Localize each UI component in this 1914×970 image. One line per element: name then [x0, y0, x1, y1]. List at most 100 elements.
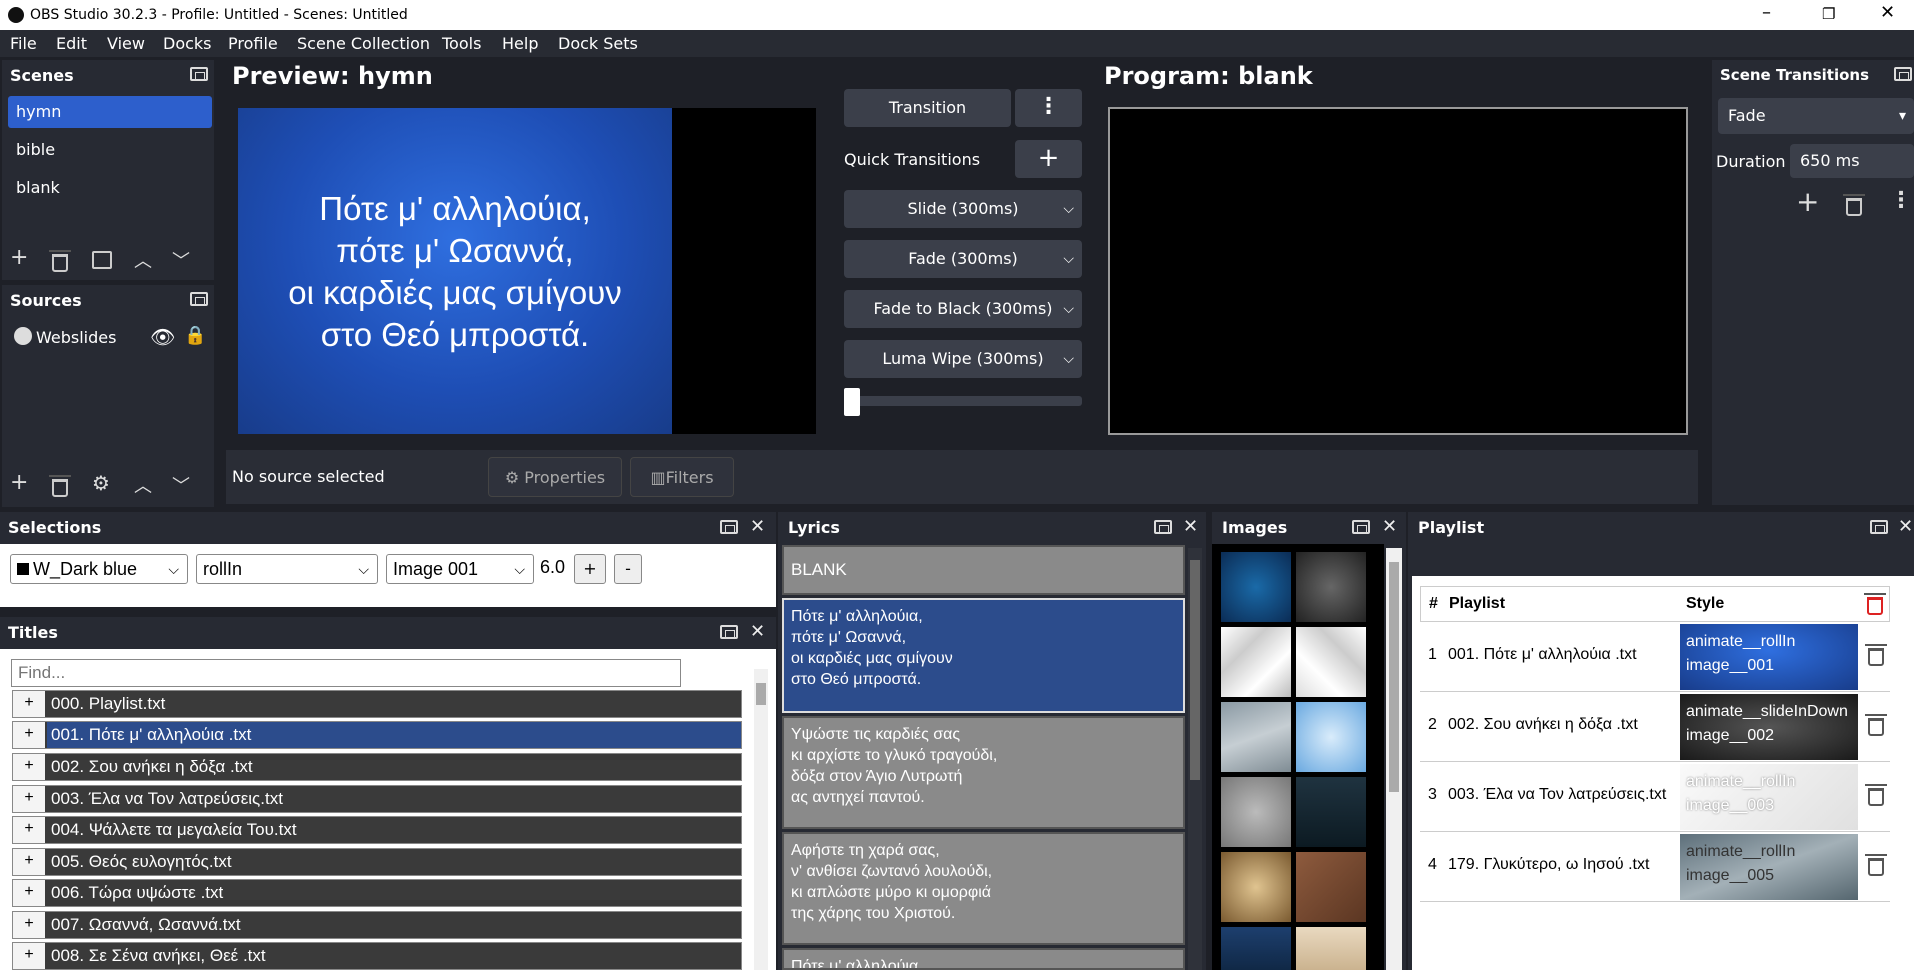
add-transition-icon[interactable]: +: [1796, 185, 1819, 218]
undock-icon[interactable]: [1894, 67, 1912, 81]
titles-scrollbar[interactable]: [754, 669, 768, 970]
menu-profile[interactable]: Profile: [228, 34, 278, 53]
title-item[interactable]: +002. Σου ανήκει η δόξα .txt: [12, 753, 742, 781]
lyric-verse[interactable]: Υψώστε τις καρδιές σας κι αρχίστε το γλυ…: [782, 716, 1185, 829]
images-scrollbar[interactable]: [1386, 548, 1402, 970]
quick-transition-fade-to-black[interactable]: Fade to Black (300ms) ⌵: [844, 290, 1082, 328]
image-thumb[interactable]: [1296, 702, 1366, 772]
title-item[interactable]: +000. Playlist.txt: [12, 690, 742, 718]
move-up-icon[interactable]: ︿: [134, 472, 152, 498]
lyric-verse-selected[interactable]: Πότε μ' αλληλούια, πότε μ' Ωσαννά, οι κα…: [782, 598, 1185, 713]
transition-button[interactable]: Transition: [844, 89, 1011, 127]
remove-scene-icon[interactable]: [49, 250, 71, 272]
filters-button[interactable]: ▥Filters: [630, 457, 734, 497]
remove-row-trash-icon[interactable]: [1865, 784, 1887, 806]
scene-item-bible[interactable]: bible: [16, 140, 55, 159]
titles-search-input[interactable]: [11, 659, 681, 687]
expand-plus-icon[interactable]: +: [13, 722, 45, 748]
close-icon[interactable]: ✕: [1898, 516, 1913, 537]
expand-plus-icon[interactable]: +: [13, 754, 45, 780]
undock-icon[interactable]: [720, 625, 738, 639]
undock-icon[interactable]: [1870, 520, 1888, 534]
menu-scene-collection[interactable]: Scene Collection: [297, 34, 430, 53]
transition-menu-icon[interactable]: ⋮: [1015, 89, 1082, 127]
remove-row-trash-icon[interactable]: [1865, 854, 1887, 876]
playlist-row[interactable]: 4 179. Γλυκύτερο, ω Ιησού .txt animate__…: [1420, 832, 1890, 902]
animation-select[interactable]: rollIn ⌵: [196, 554, 378, 584]
transition-select[interactable]: Fade ▾: [1718, 98, 1914, 134]
duration-spinbox[interactable]: 650 ms: [1790, 144, 1914, 178]
image-thumb[interactable]: [1296, 627, 1366, 697]
add-source-icon[interactable]: +: [10, 470, 28, 495]
lyric-verse[interactable]: Αφήστε τη χαρά σας, ν' ανθίσει ζωντανό λ…: [782, 832, 1185, 945]
lyric-blank[interactable]: BLANK: [782, 545, 1185, 595]
move-down-icon[interactable]: ﹀: [172, 247, 190, 273]
clear-playlist-trash-icon[interactable]: [1864, 593, 1886, 615]
remove-row-trash-icon[interactable]: [1865, 714, 1887, 736]
decrease-button[interactable]: -: [614, 554, 642, 584]
playlist-row[interactable]: 3 003. Έλα να Τον λατρεύσεις.txt animate…: [1420, 762, 1890, 832]
restore-icon[interactable]: ❐: [1822, 5, 1835, 23]
menu-file[interactable]: File: [10, 34, 37, 53]
title-item[interactable]: +005. Θεός ευλογητός.txt: [12, 848, 742, 876]
scene-filters-icon[interactable]: [92, 251, 112, 269]
close-window-icon[interactable]: ✕: [1880, 2, 1895, 23]
undock-icon[interactable]: [190, 292, 208, 306]
undock-icon[interactable]: [1154, 520, 1172, 534]
menu-docks[interactable]: Docks: [163, 34, 212, 53]
image-thumb[interactable]: [1296, 852, 1366, 922]
t-bar-handle[interactable]: [844, 388, 860, 416]
remove-source-icon[interactable]: [49, 475, 71, 497]
menu-edit[interactable]: Edit: [56, 34, 87, 53]
image-thumb[interactable]: [1221, 702, 1291, 772]
lyric-verse[interactable]: Πότε μ' αλληλούια,: [782, 948, 1185, 970]
expand-plus-icon[interactable]: +: [13, 817, 45, 843]
menu-view[interactable]: View: [107, 34, 145, 53]
lyrics-scrollbar[interactable]: [1188, 548, 1202, 970]
image-thumb[interactable]: [1221, 777, 1291, 847]
title-item[interactable]: +001. Πότε μ' αλληλούια .txt: [12, 721, 742, 749]
quick-transition-luma-wipe[interactable]: Luma Wipe (300ms) ⌵: [844, 340, 1082, 378]
t-bar-track[interactable]: [844, 396, 1082, 406]
undock-icon[interactable]: [1352, 520, 1370, 534]
image-thumb[interactable]: [1221, 627, 1291, 697]
undock-icon[interactable]: [190, 67, 208, 81]
image-thumb[interactable]: [1296, 927, 1366, 970]
move-down-icon[interactable]: ﹀: [172, 472, 190, 498]
image-thumb[interactable]: [1221, 927, 1291, 970]
playlist-row[interactable]: 1 001. Πότε μ' αλληλούια .txt animate__r…: [1420, 622, 1890, 692]
title-item[interactable]: +007. Ωσαννά, Ωσαννά.txt: [12, 911, 742, 939]
move-up-icon[interactable]: ︿: [134, 247, 152, 273]
menu-tools[interactable]: Tools: [442, 34, 481, 53]
add-quick-transition-icon[interactable]: +: [1015, 140, 1082, 178]
properties-button[interactable]: ⚙ Properties: [488, 457, 622, 497]
image-thumb[interactable]: [1296, 777, 1366, 847]
increase-button[interactable]: +: [574, 554, 606, 584]
style-select[interactable]: W_Dark blue ⌵: [10, 554, 188, 584]
undock-icon[interactable]: [720, 520, 738, 534]
image-thumb[interactable]: [1221, 852, 1291, 922]
scene-item-blank[interactable]: blank: [16, 178, 60, 197]
source-item-webslides[interactable]: Webslides: [36, 328, 116, 347]
close-icon[interactable]: ✕: [1183, 516, 1198, 537]
expand-plus-icon[interactable]: +: [13, 849, 45, 875]
quick-transition-slide[interactable]: Slide (300ms) ⌵: [844, 190, 1082, 228]
title-item[interactable]: +008. Σε Σένα ανήκει, Θεέ .txt: [12, 942, 742, 970]
expand-plus-icon[interactable]: +: [13, 943, 45, 969]
image-select[interactable]: Image 001 ⌵: [386, 554, 534, 584]
expand-plus-icon[interactable]: +: [13, 880, 45, 906]
close-icon[interactable]: ✕: [750, 621, 765, 642]
lock-icon[interactable]: 🔒: [184, 325, 206, 346]
remove-row-trash-icon[interactable]: [1865, 644, 1887, 666]
image-thumb[interactable]: [1221, 552, 1291, 622]
preview-canvas[interactable]: Πότε μ' αλληλούια, πότε μ' Ωσαννά, οι κα…: [238, 108, 816, 434]
image-thumb[interactable]: [1296, 552, 1366, 622]
title-item[interactable]: +006. Τώρα υψώστε .txt: [12, 879, 742, 907]
expand-plus-icon[interactable]: +: [13, 691, 45, 717]
expand-plus-icon[interactable]: +: [13, 912, 45, 938]
close-icon[interactable]: ✕: [750, 516, 765, 537]
transition-properties-icon[interactable]: ⋮: [1890, 188, 1912, 213]
add-scene-icon[interactable]: +: [10, 245, 28, 270]
visibility-eye-icon[interactable]: 👁: [150, 325, 175, 349]
scene-item-hymn[interactable]: hymn: [8, 96, 212, 128]
